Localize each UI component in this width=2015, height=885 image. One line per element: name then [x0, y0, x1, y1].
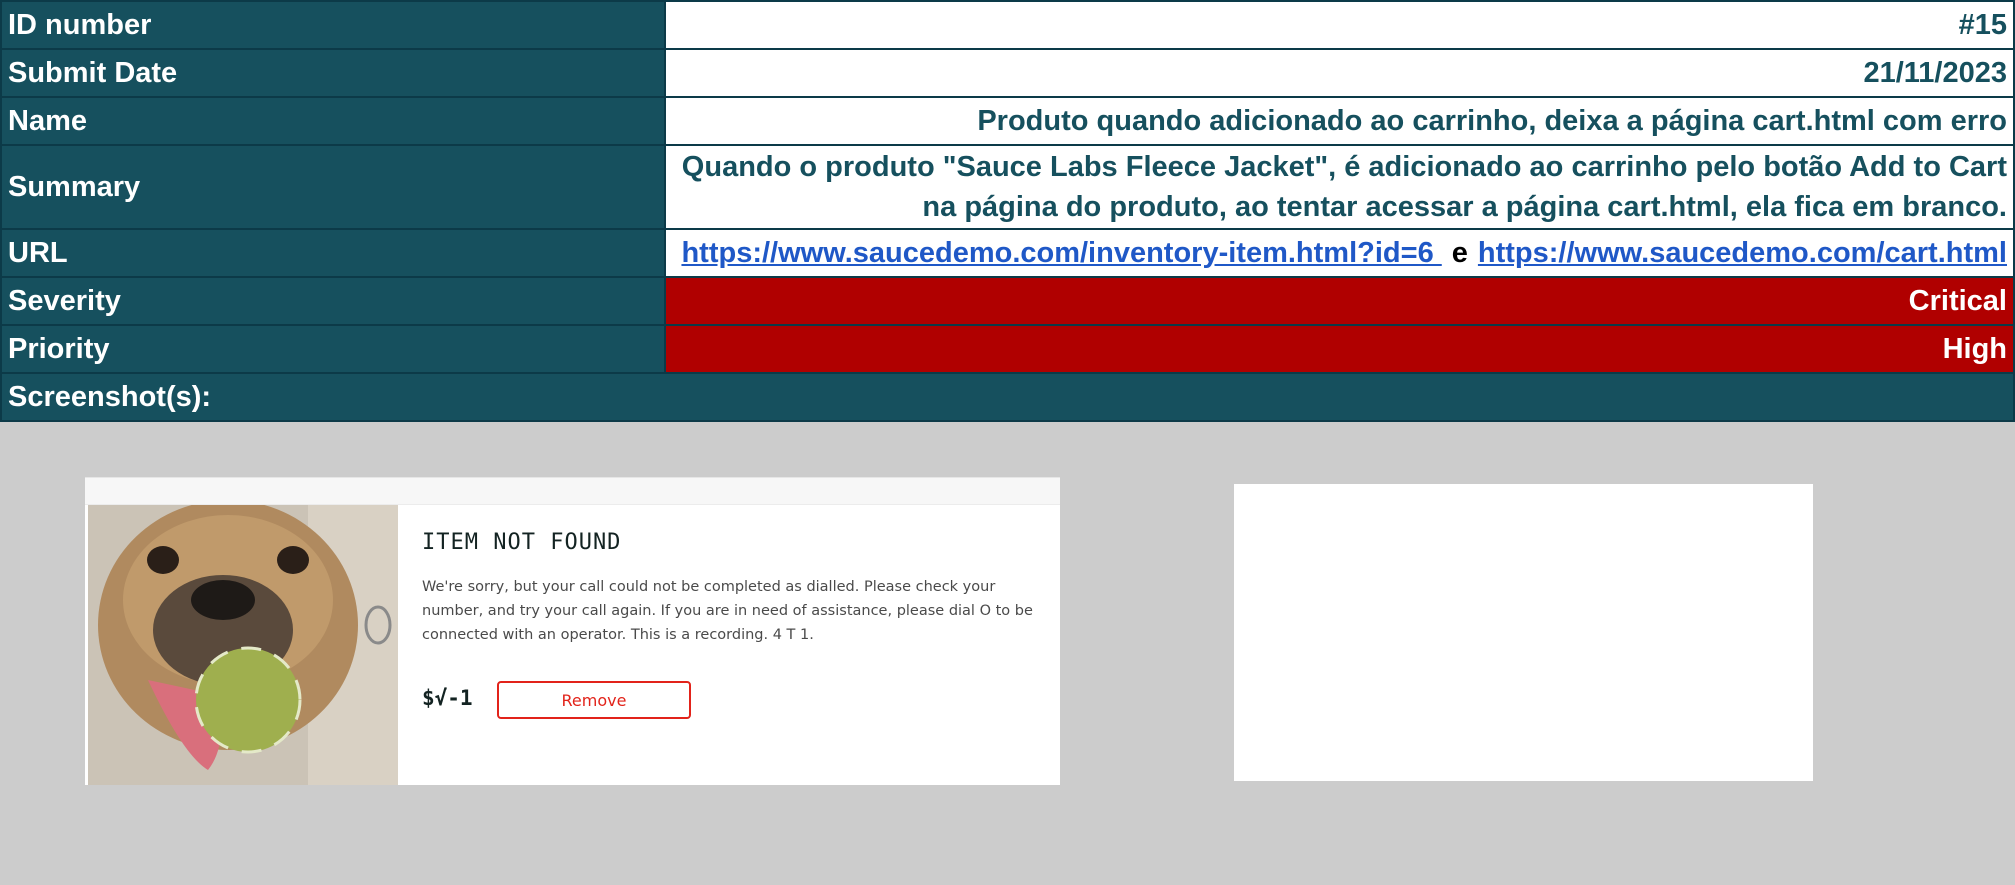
id-number-label: ID number: [0, 0, 666, 50]
name-value[interactable]: Produto quando adicionado ao carrinho, d…: [664, 96, 2015, 146]
inventory-item-link[interactable]: https://www.saucedemo.com/inventory-item…: [681, 237, 1441, 269]
summary-line-2: na página do produto, ao tentar acessar …: [922, 191, 2007, 223]
screenshot-blank-cart: [1234, 484, 1813, 781]
bug-report-table: ID number #15 Submit Date 21/11/2023 Nam…: [0, 0, 2015, 422]
item-description: We're sorry, but your call could not be …: [422, 579, 1033, 643]
summary-value[interactable]: Quando o produto "Sauce Labs Fleece Jack…: [664, 144, 2015, 230]
screenshot-top-bar: [85, 478, 1060, 505]
priority-label: Priority: [0, 324, 666, 374]
severity-label: Severity: [0, 276, 666, 326]
item-price: $√-1: [422, 686, 473, 710]
url-value: https://www.saucedemo.com/inventory-item…: [664, 228, 2015, 278]
bug-report-sheet: ID number #15 Submit Date 21/11/2023 Nam…: [0, 0, 2015, 422]
severity-value[interactable]: Critical: [664, 276, 2015, 326]
screenshot-item-not-found: ITEM NOT FOUND We're sorry, but your cal…: [85, 477, 1060, 785]
cart-link[interactable]: https://www.saucedemo.com/cart.html: [1478, 237, 2007, 269]
remove-button[interactable]: Remove: [497, 681, 691, 719]
summary-label: Summary: [0, 144, 666, 230]
submit-date-label: Submit Date: [0, 48, 666, 98]
row-priority: Priority High: [0, 324, 2015, 374]
row-submit-date: Submit Date 21/11/2023: [0, 48, 2015, 98]
row-id-number: ID number #15: [0, 0, 2015, 50]
row-screenshots: Screenshot(s):: [0, 372, 2015, 422]
row-severity: Severity Critical: [0, 276, 2015, 326]
id-number-value[interactable]: #15: [664, 0, 2015, 50]
dog-product-image: [88, 505, 398, 785]
row-name: Name Produto quando adicionado ao carrin…: [0, 96, 2015, 146]
row-summary: Summary Quando o produto "Sauce Labs Fle…: [0, 144, 2015, 230]
screenshots-label: Screenshot(s):: [0, 372, 2015, 422]
url-label: URL: [0, 228, 666, 278]
url-separator: e: [1451, 236, 1468, 269]
priority-value[interactable]: High: [664, 324, 2015, 374]
name-label: Name: [0, 96, 666, 146]
summary-line-1: Quando o produto "Sauce Labs Fleece Jack…: [681, 151, 2007, 183]
row-url: URL https://www.saucedemo.com/inventory-…: [0, 228, 2015, 278]
item-not-found-title: ITEM NOT FOUND: [422, 530, 622, 555]
submit-date-value[interactable]: 21/11/2023: [664, 48, 2015, 98]
